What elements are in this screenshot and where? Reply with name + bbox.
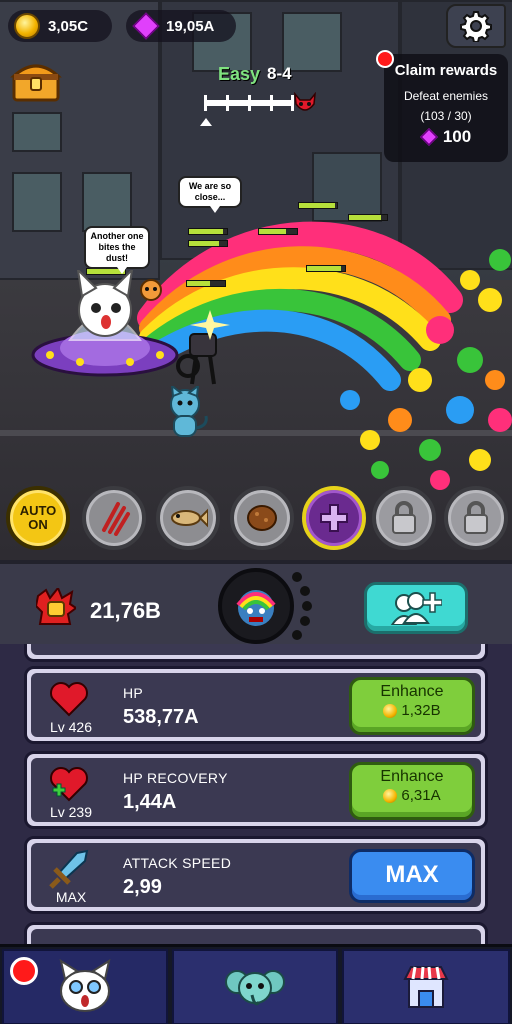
plus-icon	[320, 504, 348, 532]
upgrade-list[interactable]: Lv 426 HP 538,77A Enhance 1,32B Lv 239 H…	[0, 644, 512, 944]
skill-claw-button[interactable]	[82, 486, 146, 550]
meatball-icon	[247, 505, 277, 531]
upgrade-row-partial	[24, 922, 488, 944]
quest-progress: (103 / 30)	[420, 109, 472, 123]
enemy-hp-bar	[188, 240, 228, 247]
skill-add-button[interactable]	[302, 486, 366, 550]
tab-shop[interactable]	[342, 949, 510, 1024]
upgrade-row-hp-recovery: Lv 239 HP RECOVERY 1,44A Enhance 6,31A	[24, 751, 488, 829]
power-stats-bar: 21,76B	[0, 560, 512, 644]
claim-rewards-panel[interactable]: Claim rewards Defeat enemies (103 / 30) …	[384, 54, 508, 162]
enemy-hp-bar	[298, 202, 338, 209]
skill-locked-slot[interactable]	[372, 486, 436, 550]
upgrade-value: 538,77A	[123, 706, 199, 728]
enhance-cost: 6,31A	[401, 787, 441, 804]
quest-task: Defeat enemies	[403, 89, 489, 103]
notification-dot	[376, 50, 394, 68]
skill-fish-button[interactable]	[156, 486, 220, 550]
upgrade-level: Lv 239	[49, 804, 93, 820]
stage-difficulty: Easy	[218, 64, 261, 84]
add-friend-icon	[390, 592, 442, 625]
auto-skill-toggle[interactable]: AUTO ON	[6, 486, 70, 550]
auto-state-label: ON	[28, 517, 48, 532]
cat-speech-bubble: Another one bites the dust!	[84, 226, 150, 274]
sword-icon	[47, 849, 91, 889]
hit-spark	[190, 310, 230, 340]
stage-progress-marker	[200, 118, 212, 126]
upgrade-row-partial	[24, 644, 488, 662]
gold-coin-icon	[14, 13, 40, 39]
orange-cat-companion	[140, 279, 162, 301]
enemy-hp-bar	[188, 228, 228, 235]
stage-progress-bar	[204, 95, 294, 111]
cat-face-icon	[59, 959, 111, 1012]
gem-counter: 19,05A	[126, 10, 236, 42]
enemy-hp-bar	[258, 228, 298, 235]
gear-icon	[460, 11, 492, 42]
battle-scene: We are so close... Another one bites the…	[0, 0, 512, 560]
enhance-hp-recovery-button[interactable]: Enhance 6,31A	[349, 762, 475, 820]
gold-coin-icon	[383, 703, 398, 718]
auto-label: AUTO	[19, 503, 57, 518]
gold-amount: 3,05C	[48, 17, 89, 35]
gem-icon	[419, 127, 438, 147]
add-friend-button[interactable]	[364, 582, 468, 634]
rainbow-pet-icon	[236, 590, 276, 626]
treasure-chest-button[interactable]	[10, 56, 62, 104]
gem-icon	[132, 12, 160, 40]
upgrade-value: 2,99	[123, 876, 162, 898]
devil-skull-icon	[294, 92, 316, 111]
skill-meatball-button[interactable]	[230, 486, 294, 550]
gold-coin-icon	[383, 788, 398, 803]
upgrade-row-attack-speed: MAX ATTACK SPEED 2,99 MAX	[24, 836, 488, 914]
gem-amount: 19,05A	[166, 17, 215, 35]
fish-bone-icon	[171, 508, 208, 528]
max-attack-speed-button[interactable]: MAX	[349, 849, 475, 903]
enemy-speech-bubble: We are so close...	[178, 176, 242, 213]
heart-plus-icon	[47, 764, 91, 804]
enhance-label: Enhance	[380, 683, 444, 700]
upgrade-level: Lv 426	[49, 719, 93, 735]
claim-rewards-title: Claim rewards	[394, 62, 498, 79]
total-power-value: 21,76B	[90, 598, 161, 623]
upgrade-name: HP RECOVERY	[123, 770, 228, 786]
enemy-hp-bar	[348, 214, 388, 221]
lock-icon	[392, 501, 416, 534]
quest-reward-amount: 100	[442, 127, 472, 146]
enemy-hp-bar	[186, 280, 226, 287]
notification-dot	[10, 957, 38, 985]
stage-level: 8-4	[267, 64, 292, 83]
fist-power-icon	[36, 588, 76, 625]
treasure-chest-icon	[10, 64, 62, 102]
enhance-cost: 1,32B	[401, 702, 441, 719]
gold-counter: 3,05C	[8, 10, 112, 42]
pet-avatar-button[interactable]	[218, 568, 294, 644]
tab-pet[interactable]	[172, 949, 338, 1024]
enhance-hp-button[interactable]: Enhance 1,32B	[349, 677, 475, 735]
enemy-hp-bar	[306, 265, 346, 272]
upgrade-row-hp: Lv 426 HP 538,77A Enhance 1,32B	[24, 666, 488, 744]
upgrade-level: MAX	[55, 889, 87, 905]
elephant-pet-icon	[225, 970, 285, 1006]
upgrade-name: HP	[123, 685, 144, 701]
blue-cat-companion	[170, 386, 208, 437]
enhance-label: Enhance	[380, 768, 444, 785]
lock-icon	[464, 501, 488, 534]
skill-locked-slot[interactable]	[444, 486, 508, 550]
upgrade-value: 1,44A	[123, 791, 177, 813]
quest-reward: 100	[384, 127, 508, 147]
claw-scratch-icon	[102, 502, 130, 536]
heart-icon	[47, 679, 91, 719]
bottom-nav	[0, 944, 512, 1024]
upgrade-name: ATTACK SPEED	[123, 855, 232, 871]
settings-button[interactable]	[446, 4, 506, 48]
tab-cat[interactable]	[2, 949, 168, 1024]
shop-icon	[403, 966, 449, 1008]
